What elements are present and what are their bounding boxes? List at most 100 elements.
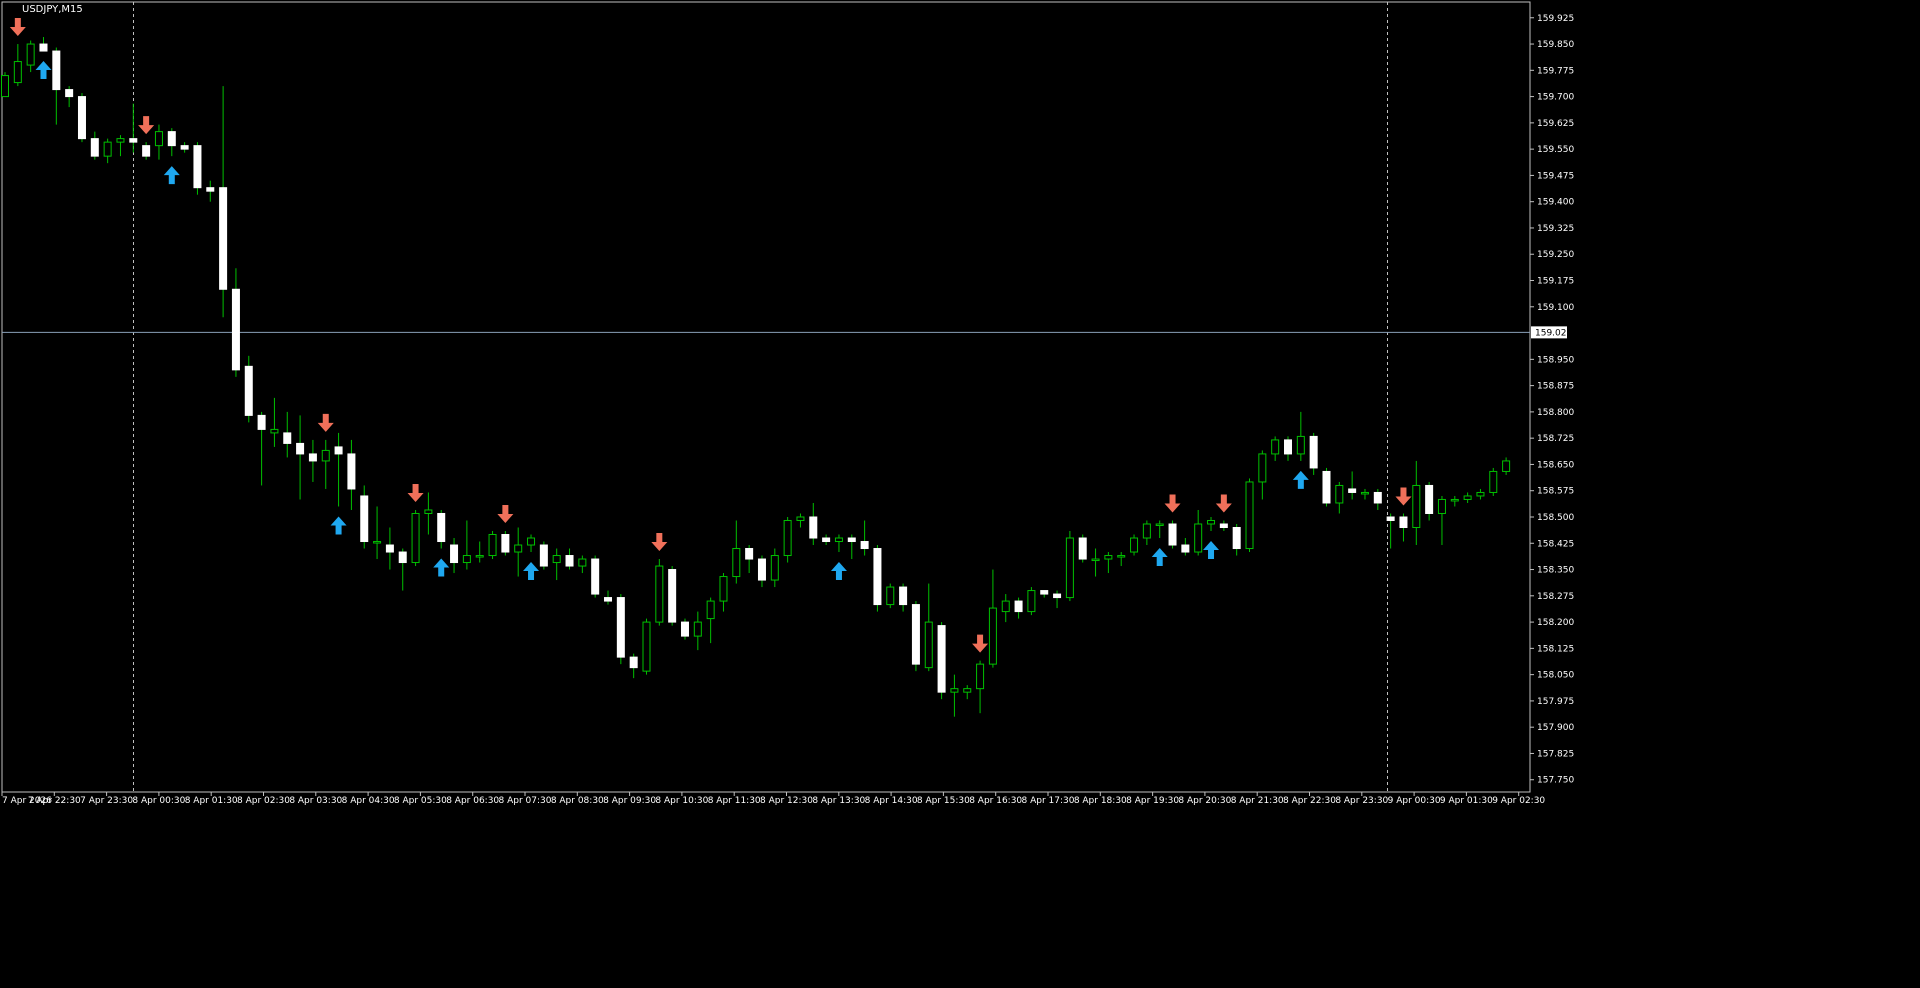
time-tick-label: 8 Apr 10:30 xyxy=(655,796,708,806)
bearish-candle xyxy=(604,597,613,602)
bearish-candle xyxy=(167,131,176,147)
chart-frame xyxy=(1,1,1531,793)
time-tick-label: 8 Apr 20:30 xyxy=(1178,796,1231,806)
price-chart[interactable]: 159.925 159.850 159.775 159.700 159.625 159.5… xyxy=(0,0,1920,988)
bearish-candle xyxy=(206,187,215,192)
bullish-candle xyxy=(116,138,125,143)
price-tick-label: 157.900 xyxy=(1537,723,1574,733)
bearish-candle xyxy=(52,50,61,91)
bullish-candle xyxy=(693,621,702,637)
bullish-candle xyxy=(514,544,523,553)
bullish-candle xyxy=(1207,519,1216,525)
bullish-candle xyxy=(488,534,497,557)
bullish-candle xyxy=(1104,555,1113,560)
bullish-candle xyxy=(770,555,779,581)
bullish-candle xyxy=(1502,460,1511,472)
bearish-candle xyxy=(591,558,600,595)
bearish-candle xyxy=(822,537,831,543)
bullish-candle xyxy=(706,600,715,620)
bullish-candle xyxy=(886,586,895,606)
price-tick-label: 158.725 xyxy=(1537,434,1574,444)
bullish-candle xyxy=(1437,498,1446,514)
time-tick-label: 8 Apr 03:30 xyxy=(289,796,342,806)
bullish-candle xyxy=(1245,481,1254,550)
time-tick-label: 8 Apr 07:30 xyxy=(499,796,552,806)
price-tick-label: 159.100 xyxy=(1537,303,1574,313)
time-tick-label: 8 Apr 14:30 xyxy=(865,796,918,806)
time-tick-label: 8 Apr 05:30 xyxy=(394,796,447,806)
bearish-candle xyxy=(296,442,305,455)
bearish-candle xyxy=(860,541,869,550)
time-tick-label: 8 Apr 23:30 xyxy=(1335,796,1388,806)
bearish-candle xyxy=(347,453,356,490)
price-tick-label: 158.350 xyxy=(1537,566,1574,576)
price-tick-label: 157.825 xyxy=(1537,749,1574,759)
time-tick-label: 8 Apr 04:30 xyxy=(342,796,395,806)
price-tick-label: 158.500 xyxy=(1537,513,1574,523)
bullish-candle xyxy=(373,541,382,544)
bullish-candle xyxy=(963,688,972,693)
bearish-candle xyxy=(1053,593,1062,599)
bullish-candle xyxy=(1463,495,1472,500)
bullish-candle xyxy=(1117,555,1126,558)
bullish-candle xyxy=(424,509,433,514)
price-tick-label: 159.400 xyxy=(1537,198,1574,208)
bearish-candle xyxy=(1399,516,1408,528)
bearish-candle xyxy=(77,96,86,140)
bearish-candle xyxy=(539,544,548,567)
bullish-candle xyxy=(411,512,420,564)
time-tick-label: 9 Apr 00:30 xyxy=(1388,796,1441,806)
bearish-candle xyxy=(244,365,253,416)
bullish-candle xyxy=(270,428,279,434)
bearish-candle xyxy=(1309,435,1318,469)
bullish-candle xyxy=(1296,435,1305,455)
bullish-candle xyxy=(26,43,35,66)
price-tick-label: 159.250 xyxy=(1537,250,1574,260)
bearish-candle xyxy=(668,569,677,623)
bullish-candle xyxy=(103,141,112,157)
price-axis: 159.925 159.850 159.775 159.700 159.625 159.5… xyxy=(1530,14,1574,786)
time-tick-label: 8 Apr 12:30 xyxy=(760,796,813,806)
time-tick-label: 8 Apr 11:30 xyxy=(708,796,761,806)
bearish-candle xyxy=(142,145,151,157)
bearish-candle xyxy=(809,516,818,539)
time-tick-label: 8 Apr 01:30 xyxy=(185,796,238,806)
bullish-candle xyxy=(1450,498,1459,502)
bearish-candle xyxy=(1232,526,1241,550)
bearish-candle xyxy=(911,604,920,665)
time-tick-label: 8 Apr 18:30 xyxy=(1074,796,1127,806)
price-tick-label: 159.325 xyxy=(1537,224,1574,234)
bearish-candle xyxy=(937,625,946,693)
price-tick-label: 158.425 xyxy=(1537,539,1574,549)
time-tick-label: 7 Apr 22:30 xyxy=(28,796,81,806)
time-tick-label: 8 Apr 15:30 xyxy=(917,796,970,806)
bullish-candle xyxy=(1476,491,1485,497)
bullish-candle xyxy=(1,75,9,98)
chart-frame-layer xyxy=(1,1,1531,793)
bearish-candle xyxy=(501,534,510,553)
bullish-candle xyxy=(1489,470,1498,493)
price-tick-label: 158.650 xyxy=(1537,460,1574,470)
time-tick-label: 9 Apr 02:30 xyxy=(1492,796,1545,806)
bearish-candle xyxy=(1386,516,1395,521)
bearish-candle xyxy=(565,555,574,567)
price-tick-label: 158.950 xyxy=(1537,355,1574,365)
bearish-candle xyxy=(334,446,343,455)
bearish-candle xyxy=(873,548,882,606)
bullish-candle xyxy=(1001,600,1010,613)
bearish-candle xyxy=(1322,470,1331,504)
price-tick-label: 158.125 xyxy=(1537,644,1574,654)
symbol-label: USDJPY,M15 xyxy=(22,4,83,15)
bearish-candle xyxy=(616,597,625,658)
price-tick-label: 158.800 xyxy=(1537,408,1574,418)
bullish-candle xyxy=(783,519,792,557)
bearish-candle xyxy=(180,145,189,150)
bearish-candle xyxy=(360,495,369,543)
bearish-candle xyxy=(308,453,317,462)
bearish-candle xyxy=(385,544,394,553)
bearish-candle xyxy=(129,138,138,143)
time-axis: 7 Apr 20267 Apr 22:30 7 Apr 23:30 8 Apr 00… xyxy=(1,792,1545,806)
time-tick-label: 7 Apr 23:30 xyxy=(80,796,133,806)
price-tick-label: 158.275 xyxy=(1537,592,1574,602)
price-tick-label: 158.200 xyxy=(1537,618,1574,628)
